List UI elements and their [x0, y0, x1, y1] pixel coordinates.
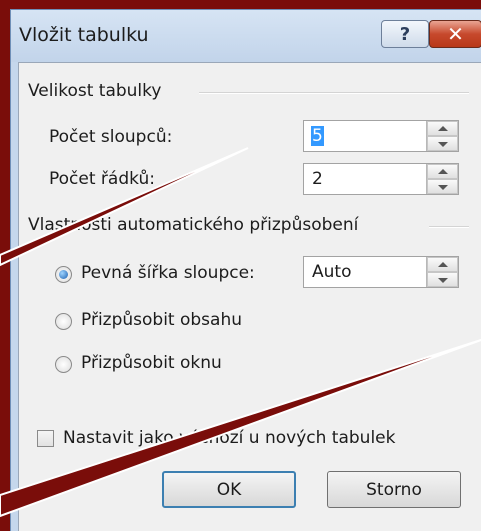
callout-pointer-upper: [0, 147, 249, 267]
callout-pointer-lower: [0, 339, 481, 518]
callout-lines: [0, 147, 481, 518]
